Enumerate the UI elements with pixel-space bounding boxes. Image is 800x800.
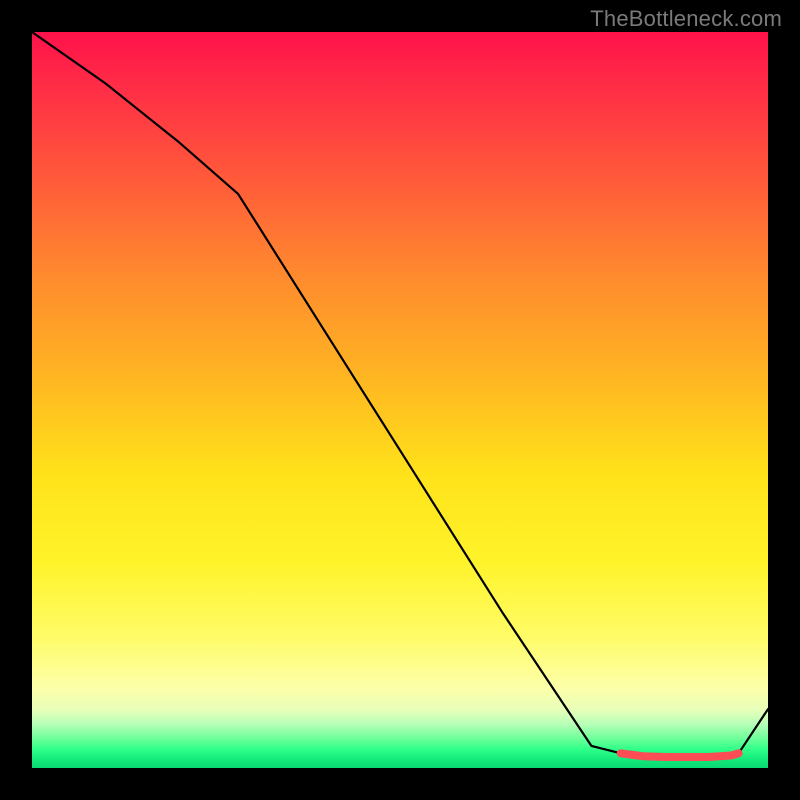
chart-overlay-svg <box>32 32 768 768</box>
watermark-text: TheBottleneck.com <box>590 6 782 32</box>
chart-frame: TheBottleneck.com <box>0 0 800 800</box>
highlight-band-path <box>621 753 739 757</box>
main-curve-path <box>32 32 768 757</box>
